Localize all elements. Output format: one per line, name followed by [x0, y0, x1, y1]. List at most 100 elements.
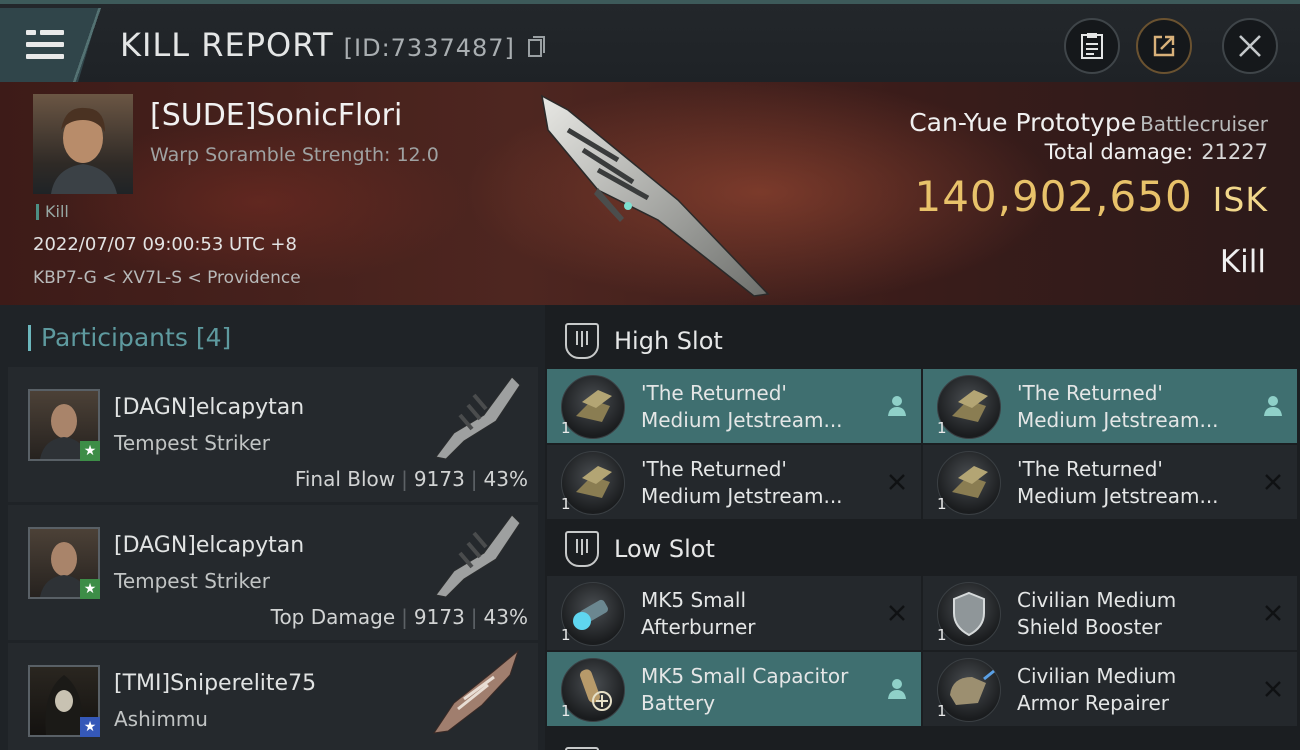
- participant-row[interactable]: ★ [DAGN]elcapytan Tempest Striker Top Da…: [8, 505, 538, 640]
- total-damage: Total damage: 21227: [1045, 140, 1268, 164]
- participant-role: Top Damage: [270, 605, 396, 629]
- victim-ship[interactable]: Can-Yue Prototype Battlecruiser: [909, 108, 1268, 137]
- afterburner-icon: [561, 582, 625, 646]
- module-quantity: 1: [561, 419, 571, 437]
- low-slot-title: Low Slot: [614, 535, 715, 563]
- module-name-line1: MK5 Small: [641, 588, 746, 612]
- destroyed-x-icon: [885, 470, 909, 494]
- module-name-line2: Medium Jetstream...: [641, 408, 843, 432]
- module-item[interactable]: 1 Civilian Medium Armor Repairer: [923, 652, 1297, 726]
- close-icon: [1239, 35, 1261, 57]
- participant-row[interactable]: ★ [TMI]Sniperelite75 Ashimmu: [8, 643, 538, 750]
- module-quantity: 1: [937, 419, 947, 437]
- participant-ship: Tempest Striker: [114, 431, 270, 455]
- participant-percent: 43%: [483, 605, 528, 629]
- clipboard-button[interactable]: [1064, 18, 1120, 74]
- module-name-line2: Medium Jetstream...: [641, 484, 843, 508]
- close-button[interactable]: [1222, 18, 1278, 74]
- module-name-line2: Shield Booster: [1017, 615, 1162, 639]
- participant-ship-image: [432, 649, 520, 734]
- clipboard-icon: [1081, 33, 1103, 59]
- module-quantity: 1: [937, 495, 947, 513]
- jetstream-module-icon: [937, 451, 1001, 515]
- location-route[interactable]: KBP7-G < XV7L-S < Providence: [33, 268, 301, 288]
- jetstream-module-icon: [937, 375, 1001, 439]
- participants-label: Participants: [41, 323, 188, 352]
- module-item[interactable]: 1 'The Returned' Medium Jetstream...: [547, 369, 921, 443]
- star-badge-icon: ★: [80, 441, 100, 461]
- module-quantity: 1: [561, 626, 571, 644]
- share-icon: [1153, 35, 1175, 57]
- total-damage-label: Total damage:: [1044, 140, 1194, 164]
- victim-ship-image[interactable]: [528, 90, 778, 300]
- participant-name: [DAGN]elcapytan: [114, 395, 305, 420]
- slot-shield-icon: [565, 323, 599, 359]
- module-item[interactable]: 1 MK5 Small Afterburner: [547, 576, 921, 650]
- destroyed-x-icon: [885, 601, 909, 625]
- star-badge-icon: ★: [80, 717, 100, 737]
- module-item[interactable]: 1 'The Returned' Medium Jetstream...: [923, 445, 1297, 519]
- module-name-line2: Medium Jetstream...: [1017, 484, 1219, 508]
- pilot-portrait-icon: [51, 107, 117, 194]
- warp-scramble-strength: Warp Soramble Strength: 12.0: [150, 144, 439, 166]
- victim-banner: [SUDE]SonicFlori Warp Soramble Strength:…: [0, 82, 1300, 305]
- module-item[interactable]: 1 'The Returned' Medium Jetstream...: [923, 369, 1297, 443]
- module-name-line1: MK5 Small Capacitor: [641, 664, 849, 688]
- module-name-line1: 'The Returned': [1017, 457, 1163, 481]
- low-slot-header: Low Slot: [545, 517, 1300, 577]
- ship-name: Can-Yue Prototype: [909, 108, 1137, 137]
- copy-icon[interactable]: [528, 36, 546, 58]
- high-slot-title: High Slot: [614, 327, 723, 355]
- participant-role: Final Blow: [294, 467, 396, 491]
- kill-tag: Kill: [36, 204, 69, 220]
- module-name-line1: Civilian Medium: [1017, 588, 1177, 612]
- participants-header[interactable]: Participants [4]: [28, 325, 231, 351]
- module-name-line1: Civilian Medium: [1017, 664, 1177, 688]
- participant-ship: Tempest Striker: [114, 569, 270, 593]
- participant-stats: Final Blow | 9173 | 43%: [294, 467, 528, 491]
- participant-ship: Ashimmu: [114, 707, 208, 731]
- participant-avatar: ★: [28, 665, 100, 737]
- high-slot-header: High Slot: [545, 309, 1300, 369]
- armor-repairer-icon: [937, 658, 1001, 722]
- jetstream-module-icon: [561, 375, 625, 439]
- victim-name[interactable]: [SUDE]SonicFlori: [150, 98, 402, 133]
- shield-booster-icon: [937, 582, 1001, 646]
- share-button[interactable]: [1136, 18, 1192, 74]
- kill-datetime: 2022/07/07 09:00:53 UTC +8: [33, 234, 297, 255]
- module-name-line1: 'The Returned': [641, 457, 787, 481]
- module-quantity: 1: [937, 626, 947, 644]
- module-item[interactable]: 1 MK5 Small Capacitor Battery: [547, 652, 921, 726]
- participant-name: [DAGN]elcapytan: [114, 533, 305, 558]
- module-name-line2: Armor Repairer: [1017, 691, 1169, 715]
- star-badge-icon: ★: [80, 579, 100, 599]
- participant-avatar: ★: [28, 389, 100, 461]
- dropped-person-icon: [1261, 394, 1285, 418]
- module-quantity: 1: [937, 702, 947, 720]
- module-quantity: 1: [561, 702, 571, 720]
- participants-panel: Participants [4] ★ [DAGN]elcapytan Tempe…: [0, 305, 545, 750]
- dropped-person-icon: [885, 677, 909, 701]
- participant-percent: 43%: [483, 467, 528, 491]
- participant-ship-image: [435, 514, 521, 598]
- ship-class: Battlecruiser: [1140, 112, 1268, 136]
- module-name-line2: Battery: [641, 691, 716, 715]
- slot-shield-icon: [565, 531, 599, 567]
- participant-name: [TMI]Sniperelite75: [114, 671, 317, 696]
- module-name-line1: 'The Returned': [1017, 381, 1163, 405]
- next-slot-header: [545, 733, 1300, 750]
- result-label: Kill: [1219, 244, 1266, 280]
- isk-unit: ISK: [1212, 180, 1268, 219]
- module-item[interactable]: 1 'The Returned' Medium Jetstream...: [547, 445, 921, 519]
- destroyed-x-icon: [1261, 470, 1285, 494]
- participant-ship-image: [435, 376, 521, 460]
- isk-value: 140,902,650 ISK: [914, 172, 1268, 221]
- module-item[interactable]: 1 Civilian Medium Shield Booster: [923, 576, 1297, 650]
- fitting-panel: High Slot 1 'The Returned' Medium Jetstr…: [545, 305, 1300, 750]
- destroyed-x-icon: [1261, 601, 1285, 625]
- participant-damage: 9173: [413, 467, 465, 491]
- victim-portrait[interactable]: [33, 94, 133, 194]
- module-quantity: 1: [561, 495, 571, 513]
- jetstream-module-icon: [561, 451, 625, 515]
- participant-row[interactable]: ★ [DAGN]elcapytan Tempest Striker Final …: [8, 367, 538, 502]
